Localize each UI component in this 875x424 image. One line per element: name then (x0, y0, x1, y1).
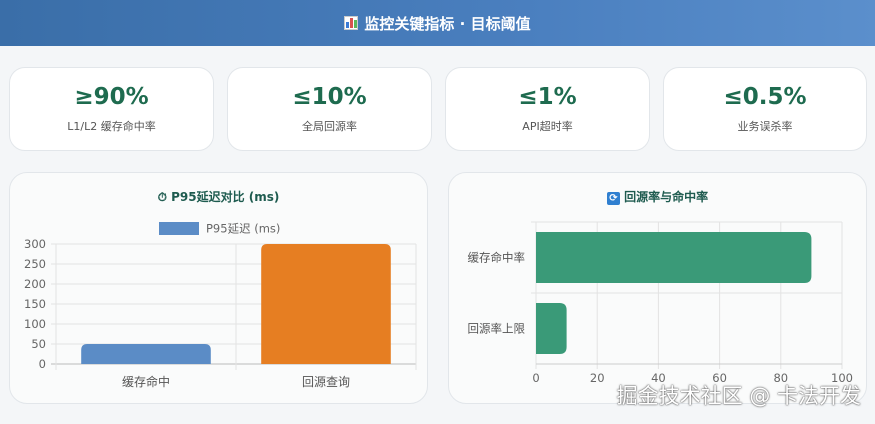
y-tick-label: 150 (24, 297, 46, 311)
kpi-card-false-kill: ≤0.5% 业务误杀率 (663, 67, 867, 151)
panel-title-text: P95延迟对比 (ms) (171, 190, 280, 204)
y-tick-label: 300 (24, 237, 46, 251)
kpi-card-cache-hit: ≥90% L1/L2 缓存命中率 (9, 67, 214, 151)
hit-rate-bar-chart: 0 20 40 60 80 100缓存命中率回源率上限 (468, 221, 853, 385)
kpi-card-origin-rate: ≤10% 全局回源率 (227, 67, 432, 151)
kpi-label: L1/L2 缓存命中率 (67, 120, 156, 133)
y-tick-label: 250 (24, 257, 46, 271)
latency-bar-chart: P95延迟 (ms) 0 50 100 150 200 250 300 缓存命中 回源查询 (24, 222, 417, 389)
kpi-label: 全局回源率 (302, 120, 357, 133)
kpi-value: ≤1% (518, 84, 577, 110)
bar-cache-hit-rate (536, 231, 812, 284)
stopwatch-icon: ⏱ (157, 190, 167, 204)
bar-cache-hit (81, 344, 211, 364)
kpi-label: API超时率 (522, 120, 573, 133)
legend-swatch (159, 222, 199, 235)
bar-chart-icon (344, 16, 359, 30)
y-tick-label: 100 (24, 317, 46, 331)
panel-title-text: 回源率与命中率 (624, 190, 709, 204)
panel-title: ⏱ P95延迟对比 (ms) (10, 188, 427, 205)
y-tick-label: 200 (24, 277, 46, 291)
y-tick-label: 缓存命中率 (468, 251, 526, 265)
kpi-card-api-timeout: ≤1% API超时率 (445, 67, 650, 151)
kpi-value: ≤10% (292, 84, 367, 110)
dashboard-header: 监控关键指标 · 目标阈值 (0, 0, 875, 46)
watermark: 掘金技术社区 @ 卡法开发 (616, 384, 861, 408)
page-title: 监控关键指标 · 目标阈值 (364, 14, 531, 33)
panel-title: ⟳ 回源率与命中率 (449, 188, 866, 205)
kpi-value: ≥90% (74, 84, 149, 110)
x-tick-label: 缓存命中 (122, 374, 170, 389)
latency-chart-panel: ⏱ P95延迟对比 (ms) P95延迟 (ms) 0 50 100 150 200 250… (9, 172, 428, 404)
x-tick-label: 0 (532, 371, 539, 385)
bar-origin-rate-limit (536, 302, 567, 355)
kpi-label: 业务误杀率 (737, 120, 793, 133)
refresh-icon: ⟳ (606, 192, 620, 205)
legend-label: P95延迟 (ms) (206, 222, 280, 236)
x-tick-label: 回源查询 (302, 375, 350, 389)
y-tick-label: 50 (31, 337, 46, 351)
x-tick-label: 20 (590, 371, 605, 385)
y-tick-label: 回源率上限 (468, 322, 526, 336)
kpi-value: ≤0.5% (723, 84, 807, 110)
hit-rate-chart-panel: ⟳ 回源率与命中率 0 20 40 60 80 100 缓存命中率 回源率上限 (448, 172, 867, 404)
bar-origin-query (261, 244, 391, 364)
y-tick-label: 0 (39, 357, 46, 371)
